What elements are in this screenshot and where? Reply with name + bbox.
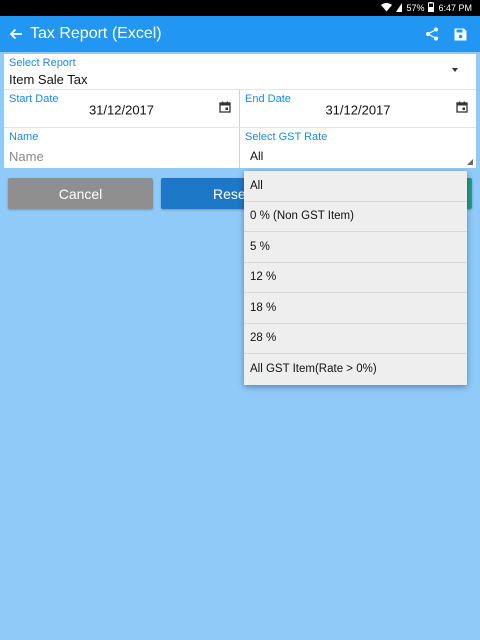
gst-rate-value: All <box>250 149 264 163</box>
status-bar: 57% 6:47 PM <box>0 0 480 16</box>
start-date-field[interactable]: Start Date 31/12/2017 <box>4 90 240 127</box>
cancel-button[interactable]: Cancel <box>8 178 153 209</box>
save-button[interactable] <box>446 16 474 52</box>
gst-option-12[interactable]: 12 % <box>244 263 467 293</box>
select-report-value: Item Sale Tax <box>9 72 88 87</box>
wifi-icon <box>381 2 393 14</box>
calendar-icon[interactable] <box>456 101 468 113</box>
battery-icon <box>428 2 435 14</box>
end-date-field[interactable]: End Date 31/12/2017 <box>240 90 476 127</box>
arrow-left-icon <box>9 28 22 40</box>
gst-option-all[interactable]: All <box>244 171 467 202</box>
battery-percent: 57% <box>406 3 425 13</box>
share-icon <box>426 27 438 41</box>
start-date-value: 31/12/2017 <box>88 102 155 118</box>
gst-rate-label: Select GST Rate <box>245 131 328 143</box>
gst-option-5[interactable]: 5 % <box>244 232 467 263</box>
gst-option-28[interactable]: 28 % <box>244 324 467 354</box>
save-icon <box>454 28 466 40</box>
name-label: Name <box>9 131 39 143</box>
name-field: Name <box>4 128 240 168</box>
name-input[interactable] <box>9 147 229 165</box>
share-button[interactable] <box>418 16 446 52</box>
gst-rate-dropdown: All 0 % (Non GST Item) 5 % 12 % 18 % 28 … <box>244 171 467 385</box>
clock: 6:47 PM <box>438 3 472 13</box>
back-button[interactable] <box>2 16 30 52</box>
gst-option-18[interactable]: 18 % <box>244 293 467 324</box>
page-title: Tax Report (Excel) <box>30 25 162 42</box>
select-report-field[interactable]: Select Report Item Sale Tax <box>4 54 476 90</box>
gst-option-0[interactable]: 0 % (Non GST Item) <box>244 202 467 232</box>
gst-option-all-gst[interactable]: All GST Item(Rate > 0%) <box>244 354 467 385</box>
select-report-label: Select Report <box>9 57 76 69</box>
calendar-icon[interactable] <box>219 101 231 113</box>
caret-down-icon <box>452 68 458 72</box>
report-form: Select Report Item Sale Tax Start Date 3… <box>4 54 476 168</box>
gst-rate-field[interactable]: Select GST Rate All <box>240 128 476 168</box>
spinner-corner-icon <box>467 159 473 165</box>
end-date-value: 31/12/2017 <box>325 102 391 118</box>
app-bar: Tax Report (Excel) <box>0 16 480 52</box>
signal-icon <box>396 2 403 14</box>
